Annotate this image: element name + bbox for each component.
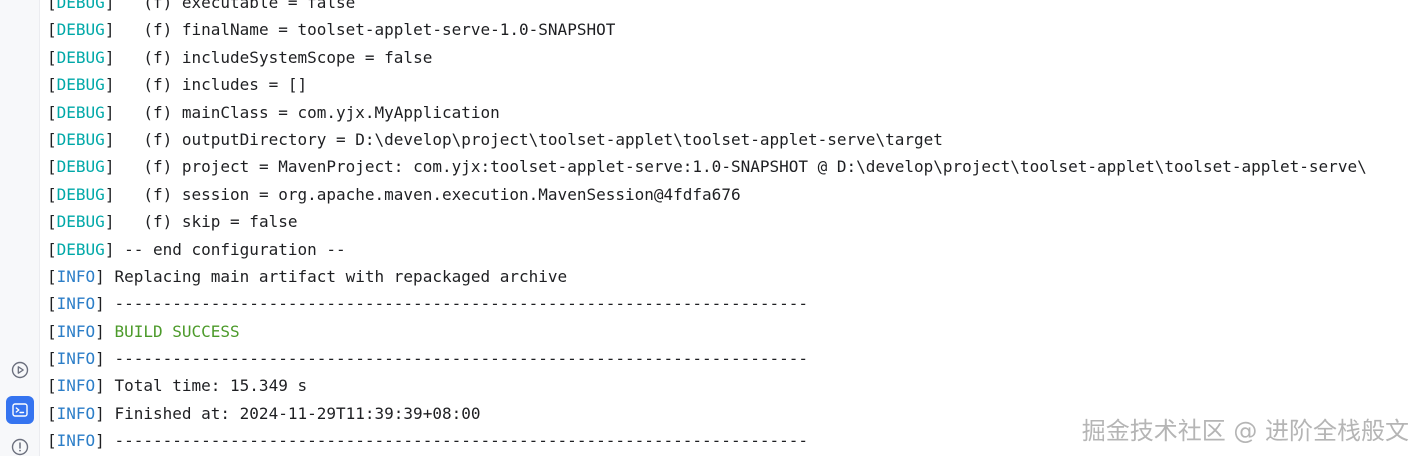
log-message: (f) outputDirectory = D:\develop\project… [124, 129, 943, 149]
console-line: [DEBUG] (f) session = org.apache.maven.e… [47, 181, 1367, 208]
log-message: (f) project = MavenProject: com.yjx:tool… [124, 157, 1367, 177]
log-level: INFO [56, 321, 96, 341]
problems-button[interactable] [6, 433, 34, 456]
bracket-close: ] [104, 75, 125, 95]
log-message: Finished at: 2024-11-29T11:39:39+08:00 [114, 403, 481, 423]
console-line: [INFO] ---------------------------------… [47, 290, 1367, 317]
tool-window-sidebar [0, 0, 40, 456]
bracket-open: [ [47, 266, 57, 286]
bracket-open: [ [47, 431, 57, 451]
log-message: (f) session = org.apache.maven.execution… [124, 184, 741, 204]
console-lines: [DEBUG] (f) executable = false [DEBUG] (f… [47, 0, 1367, 455]
log-message: (f) skip = false [124, 212, 298, 232]
bracket-close: ] [104, 129, 125, 149]
watermark: 掘金技术社区 @ 进阶全栈般文 [1081, 417, 1409, 445]
services-button[interactable] [6, 356, 34, 384]
console-output[interactable]: [DEBUG] (f) executable = false [DEBUG] (f… [40, 0, 1415, 456]
bracket-close: ] [104, 157, 125, 177]
log-level: INFO [56, 294, 96, 314]
log-level: DEBUG [56, 47, 105, 67]
console-line: [DEBUG] (f) includes = [] [47, 71, 1367, 98]
play-circle-icon [11, 361, 29, 379]
log-message: -- end configuration -- [124, 239, 346, 259]
warning-circle-icon [11, 438, 29, 456]
log-level: DEBUG [56, 75, 105, 95]
console-line: [DEBUG] (f) finalName = toolset-applet-s… [47, 16, 1367, 43]
bracket-open: [ [47, 376, 57, 396]
log-message: Replacing main artifact with repackaged … [114, 266, 568, 286]
bracket-open: [ [47, 294, 57, 314]
bracket-close: ] [104, 239, 125, 259]
log-message: BUILD SUCCESS [114, 321, 240, 341]
bracket-close: ] [95, 431, 115, 451]
bracket-close: ] [104, 212, 125, 232]
ide-window: [DEBUG] (f) executable = false [DEBUG] (f… [0, 0, 1415, 456]
bracket-close: ] [95, 376, 115, 396]
bracket-open: [ [47, 47, 57, 67]
log-message: ----------------------------------------… [114, 431, 808, 451]
bracket-open: [ [47, 102, 57, 122]
bracket-close: ] [95, 349, 115, 369]
log-message: (f) includeSystemScope = false [124, 47, 433, 67]
bracket-open: [ [47, 20, 57, 40]
log-level: INFO [56, 431, 96, 451]
bracket-open: [ [47, 321, 57, 341]
bracket-open: [ [47, 239, 57, 259]
console-line: [DEBUG] (f) includeSystemScope = false [47, 44, 1367, 71]
log-message: ----------------------------------------… [114, 349, 808, 369]
log-level: INFO [56, 349, 96, 369]
log-message: Total time: 15.349 s [114, 376, 308, 396]
bracket-open: [ [47, 349, 57, 369]
bracket-open: [ [47, 184, 57, 204]
console-line: [DEBUG] (f) project = MavenProject: com.… [47, 153, 1367, 180]
terminal-button[interactable] [6, 396, 34, 424]
bracket-close: ] [104, 47, 125, 67]
log-level: DEBUG [56, 157, 105, 177]
bracket-open: [ [47, 403, 57, 423]
console-line: [DEBUG] (f) mainClass = com.yjx.MyApplic… [47, 99, 1367, 126]
log-level: DEBUG [56, 184, 105, 204]
bracket-close: ] [95, 294, 115, 314]
log-message: (f) executable = false [124, 0, 356, 12]
bracket-open: [ [47, 129, 57, 149]
log-level: INFO [56, 376, 96, 396]
bracket-close: ] [104, 20, 125, 40]
bracket-close: ] [95, 266, 115, 286]
bracket-close: ] [95, 403, 115, 423]
console-line: [DEBUG] (f) skip = false [47, 208, 1367, 235]
log-level: DEBUG [56, 239, 105, 259]
log-level: DEBUG [56, 212, 105, 232]
console-line: [INFO] ---------------------------------… [47, 345, 1367, 372]
bracket-close: ] [104, 184, 125, 204]
bracket-close: ] [95, 321, 115, 341]
console-line: [DEBUG] (f) executable = false [47, 0, 1367, 16]
console-line: [INFO] Total time: 15.349 s [47, 372, 1367, 399]
log-message: (f) finalName = toolset-applet-serve-1.0… [124, 20, 616, 40]
log-level: DEBUG [56, 20, 105, 40]
bracket-open: [ [47, 75, 57, 95]
log-level: INFO [56, 266, 96, 286]
log-message: (f) includes = [] [124, 75, 308, 95]
bracket-open: [ [47, 157, 57, 177]
log-level: DEBUG [56, 0, 105, 12]
bracket-close: ] [104, 102, 125, 122]
console-line: [INFO] BUILD SUCCESS [47, 318, 1367, 345]
console-line: [INFO] Replacing main artifact with repa… [47, 263, 1367, 290]
log-level: DEBUG [56, 102, 105, 122]
console-line: [DEBUG] (f) outputDirectory = D:\develop… [47, 126, 1367, 153]
log-level: DEBUG [56, 129, 105, 149]
bracket-open: [ [47, 212, 57, 232]
bracket-open: [ [47, 0, 57, 12]
terminal-icon [12, 403, 28, 417]
log-level: INFO [56, 403, 96, 423]
log-message: ----------------------------------------… [114, 294, 808, 314]
bracket-close: ] [104, 0, 125, 12]
log-message: (f) mainClass = com.yjx.MyApplication [124, 102, 500, 122]
console-line: [DEBUG] -- end configuration -- [47, 236, 1367, 263]
